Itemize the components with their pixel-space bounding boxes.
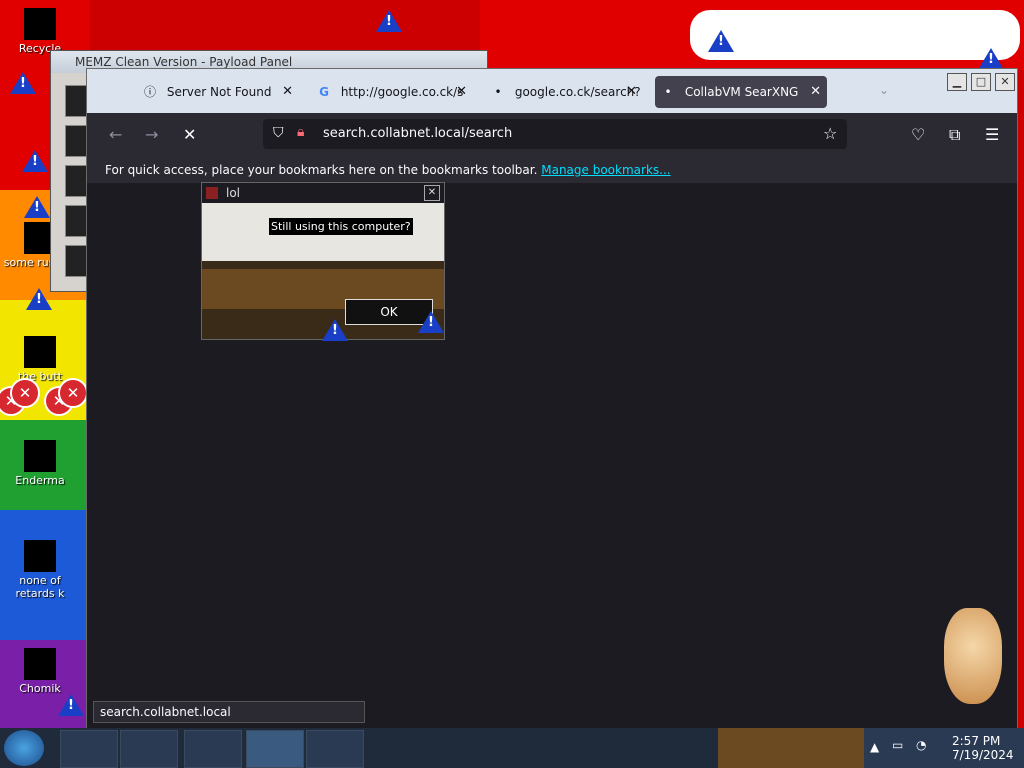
hamster-image <box>944 608 1002 704</box>
star-icon[interactable]: ☆ <box>823 124 837 143</box>
tab-close-icon[interactable]: ✕ <box>456 76 467 108</box>
dot-icon: • <box>494 85 502 99</box>
info-icon: ⓘ <box>143 85 156 99</box>
forward-icon[interactable]: → <box>145 125 158 144</box>
tab-collabvm-searxng[interactable]: • CollabVM SearXNG ✕ <box>655 76 827 108</box>
maximize-icon[interactable]: □ <box>971 73 991 91</box>
tab-label: CollabVM SearXNG <box>684 85 799 99</box>
stop-icon[interactable]: ✕ <box>183 125 196 144</box>
desktop-icon-recycle[interactable]: Recycle <box>0 8 80 55</box>
dialog-message: Still using this computer? <box>269 218 413 235</box>
warning-icon <box>978 48 1004 70</box>
warning-icon <box>24 196 50 218</box>
desktop-icon-label: none of retards k <box>15 574 65 600</box>
app-icon <box>206 187 218 199</box>
tab-label: google.co.ck/search? <box>514 85 641 99</box>
pocket-icon[interactable]: ♡ <box>911 125 925 144</box>
url-bar[interactable]: ⛉ 🔒︎ search.collabnet.local/search ☆ <box>263 119 847 149</box>
google-icon: G <box>319 85 329 99</box>
system-tray: ▲ ▭ ◔ 2:57 PM 7/19/2024 <box>864 728 1024 768</box>
network-icon[interactable]: ▭ <box>892 738 903 752</box>
taskbar-app-media[interactable] <box>120 730 178 768</box>
back-icon[interactable]: ← <box>109 125 122 144</box>
desktop-icon-the-butt[interactable]: the butt <box>0 336 80 383</box>
warning-icon <box>376 10 402 32</box>
error-icon: ✕ <box>58 378 88 408</box>
dialog-titlebar: lol ✕ <box>202 183 444 203</box>
desktop-icon-label: Enderma <box>15 474 65 487</box>
extensions-icon[interactable]: ⧉ <box>949 125 960 145</box>
taskbar-app-memz[interactable] <box>306 730 364 768</box>
desktop-icon-chomik[interactable]: Chomik <box>0 648 80 695</box>
start-button[interactable] <box>4 730 44 766</box>
lol-dialog[interactable]: lol ✕ Still using this computer? OK <box>201 182 445 341</box>
volume-icon[interactable]: ◔ <box>916 738 926 752</box>
tab-google-1[interactable]: G http://google.co.ck/s ✕ <box>317 76 473 108</box>
taskbar-app-files[interactable] <box>60 730 118 768</box>
url-text[interactable]: search.collabnet.local/search <box>323 119 512 149</box>
file-icon <box>24 336 56 368</box>
dialog-title: lol <box>226 186 241 200</box>
tab-close-icon[interactable]: ✕ <box>282 76 293 108</box>
tray-expand-icon[interactable]: ▲ <box>870 740 879 754</box>
menu-icon[interactable]: ☰ <box>985 125 999 144</box>
tab-strip: ⓘ Server Not Found ✕ G http://google.co.… <box>87 69 1017 113</box>
bookmarks-toolbar: For quick access, place your bookmarks h… <box>87 157 1017 183</box>
desktop-icon-label: Chomik <box>19 682 61 695</box>
clock-time: 2:57 PM <box>952 734 1001 748</box>
warning-icon <box>10 72 36 94</box>
tab-label: http://google.co.ck/s <box>340 85 464 99</box>
tab-label: Server Not Found <box>166 85 272 99</box>
tab-close-icon[interactable]: ✕ <box>626 76 637 108</box>
desktop-brown-strip <box>718 728 864 768</box>
file-icon <box>24 540 56 572</box>
warning-icon <box>26 288 52 310</box>
desktop-white-blob <box>690 10 1020 60</box>
desktop-icon-enderma[interactable]: Enderma <box>0 440 80 487</box>
recycle-bin-icon <box>24 8 56 40</box>
clock[interactable]: 2:57 PM 7/19/2024 <box>952 734 1014 762</box>
error-icon: ✕ <box>10 378 40 408</box>
warning-icon <box>322 319 348 341</box>
nav-bar: ← → ✕ ⛉ 🔒︎ search.collabnet.local/search… <box>87 113 1017 157</box>
warning-icon <box>22 150 48 172</box>
clock-date: 7/19/2024 <box>952 748 1014 762</box>
desktop-icon-none-of-retards[interactable]: none of retards k <box>0 540 80 600</box>
manage-bookmarks-link[interactable]: Manage bookmarks... <box>541 163 670 177</box>
warning-icon <box>708 30 734 52</box>
taskbar <box>0 728 718 768</box>
tab-google-2[interactable]: • google.co.ck/search? ✕ <box>491 76 643 108</box>
insecure-lock-icon[interactable]: 🔒︎ <box>297 124 304 140</box>
close-icon[interactable]: ✕ <box>995 73 1015 91</box>
warning-icon <box>58 694 84 716</box>
dot-icon: • <box>664 85 672 99</box>
close-icon[interactable]: ✕ <box>424 185 440 201</box>
minimize-icon[interactable]: ▁ <box>947 73 967 91</box>
tab-list-icon[interactable]: ⌄ <box>879 83 889 97</box>
shield-icon[interactable]: ⛉ <box>273 125 284 141</box>
taskbar-app-firefox[interactable] <box>246 730 304 768</box>
file-icon <box>24 440 56 472</box>
warning-icon <box>418 311 444 333</box>
taskbar-app-browser[interactable] <box>184 730 242 768</box>
tab-close-icon[interactable]: ✕ <box>810 76 821 108</box>
file-icon <box>24 648 56 680</box>
browser-window[interactable]: ⓘ Server Not Found ✕ G http://google.co.… <box>86 68 1018 730</box>
status-bar: search.collabnet.local <box>93 701 365 723</box>
tab-server-not-found[interactable]: ⓘ Server Not Found ✕ <box>143 76 299 108</box>
bookmarks-hint: For quick access, place your bookmarks h… <box>105 163 538 177</box>
